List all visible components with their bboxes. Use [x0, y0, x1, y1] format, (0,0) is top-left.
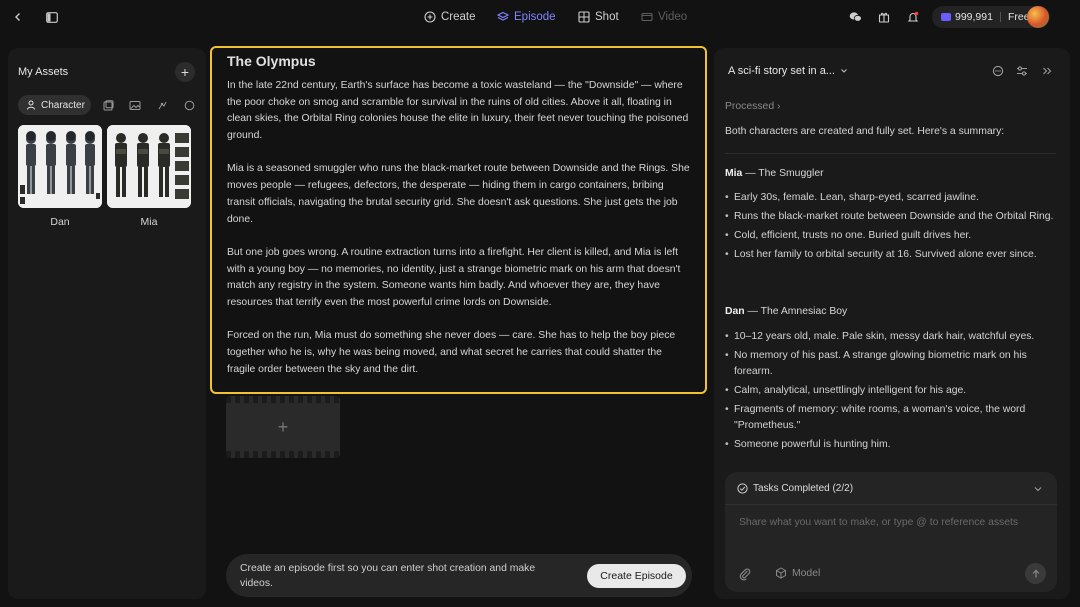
create-episode-button[interactable]: Create Episode [587, 564, 686, 588]
tab-video-label: Video [658, 11, 688, 23]
video-icon [641, 12, 653, 22]
settings-sliders-icon[interactable] [1015, 64, 1029, 78]
list-item: Someone powerful is hunting him. [725, 437, 1056, 453]
story-title: The Olympus [227, 53, 316, 69]
story-paragraph: But one job goes wrong. A routine extrac… [227, 246, 681, 308]
credits-amount: 999,991 [955, 11, 993, 23]
gem-icon [941, 13, 951, 21]
processed-label: Processed [725, 101, 775, 112]
arrow-up-icon [1032, 569, 1039, 577]
tab-shot-label: Shot [595, 11, 619, 23]
list-item: Runs the black-market route between Down… [725, 209, 1056, 225]
list-item: 10–12 years old, male. Pale skin, messy … [725, 329, 1056, 345]
tasks-completed-label: Tasks Completed (2/2) [753, 483, 854, 494]
summary-text: Both characters are created and fully se… [725, 126, 1005, 137]
character-name: Dan [725, 306, 745, 317]
list-item: Lost her family to orbital security at 1… [725, 247, 1056, 263]
chat-title-dropdown[interactable]: A sci-fi story set in a... [728, 65, 848, 77]
story-paragraph: Forced on the run, Mia must do something… [227, 330, 676, 375]
character-heading-dan: Dan — The Amnesiac Boy [725, 306, 847, 317]
divider [725, 153, 1056, 154]
story-paragraph: Mia is a seasoned smuggler who runs the … [227, 163, 690, 225]
send-button[interactable] [1025, 563, 1046, 584]
character-role: — The Amnesiac Boy [744, 306, 848, 317]
category-character-label: Character [41, 99, 85, 111]
model-selector[interactable]: Model [775, 567, 820, 579]
list-item: Early 30s, female. Lean, sharp-eyed, sca… [725, 190, 1056, 206]
mia-character-sheet-image [107, 125, 191, 208]
tasks-label-group: Tasks Completed (2/2) [737, 483, 853, 494]
chat-bubbles-icon[interactable] [847, 9, 863, 25]
back-chevron-icon[interactable] [10, 9, 26, 25]
list-item: Fragments of memory: white rooms, a woma… [725, 402, 1056, 434]
dan-traits-list: 10–12 years old, male. Pale skin, messy … [725, 329, 1056, 456]
person-icon [27, 100, 35, 110]
list-item: Cold, efficient, trusts no one. Buried g… [725, 228, 1056, 244]
chat-title: A sci-fi story set in a... [728, 65, 835, 77]
list-item: Calm, analytical, unsettlingly intellige… [725, 383, 1056, 399]
tab-episode-label: Episode [514, 11, 556, 23]
chevron-right-icon: › [776, 101, 781, 112]
notice-text: Create an episode first so you can enter… [240, 563, 536, 589]
plus-circle-icon [424, 11, 436, 23]
tab-create[interactable]: Create [424, 9, 476, 25]
image-category-icon[interactable] [128, 98, 142, 112]
asset-name-dan: Dan [50, 216, 70, 228]
chat-composer: Tasks Completed (2/2) Model [725, 472, 1057, 592]
character-role: — The Smuggler [742, 168, 824, 179]
story-paragraph: In the late 22nd century, Earth's surfac… [227, 80, 689, 142]
more-category-icon[interactable] [182, 98, 196, 112]
chat-history-icon[interactable] [991, 64, 1005, 78]
processed-toggle[interactable]: Processed › [725, 101, 780, 112]
list-item: No memory of his past. A strange glowing… [725, 348, 1056, 380]
sidebar-toggle-icon[interactable] [44, 9, 60, 25]
asset-name-mia: Mia [140, 216, 158, 228]
chat-input[interactable] [739, 517, 1044, 528]
credits-divider [999, 12, 1001, 22]
avatar[interactable] [1027, 6, 1049, 28]
collapse-panel-icon[interactable] [1040, 64, 1054, 78]
model-label: Model [792, 567, 821, 579]
chevron-down-icon[interactable] [1032, 483, 1044, 495]
prop-category-icon[interactable] [155, 98, 169, 112]
asset-card-mia[interactable] [107, 125, 191, 208]
mia-traits-list: Early 30s, female. Lean, sharp-eyed, sca… [725, 190, 1056, 266]
grid-icon [578, 11, 590, 23]
character-heading-mia: Mia — The Smuggler [725, 168, 824, 179]
episode-notice: Create an episode first so you can enter… [226, 554, 692, 597]
check-circle-icon [737, 483, 748, 494]
assets-title: My Assets [18, 66, 69, 78]
dan-character-sheet-image [18, 125, 102, 208]
plus-icon: + [277, 416, 289, 437]
story-editor[interactable]: The Olympus In the late 22nd century, Ea… [210, 46, 707, 394]
character-name: Mia [725, 168, 743, 179]
chevron-down-icon [841, 69, 847, 73]
tab-episode[interactable]: Episode [497, 9, 556, 25]
assets-panel: My Assets + Character Dan Mia [8, 48, 206, 599]
top-bar: Create Episode Shot Video 999,991 Free [0, 0, 1080, 34]
paperclip-icon[interactable] [738, 567, 752, 581]
category-character[interactable]: Character [18, 95, 91, 115]
tab-create-label: Create [441, 11, 476, 23]
add-episode-slot[interactable]: + [226, 396, 340, 458]
cube-icon [776, 567, 786, 579]
layers-icon [497, 11, 509, 21]
tab-shot[interactable]: Shot [578, 9, 619, 25]
scene-category-icon[interactable] [101, 98, 115, 112]
add-asset-button[interactable]: + [175, 62, 195, 82]
assistant-panel: A sci-fi story set in a... Processed › B… [714, 48, 1070, 599]
gift-icon[interactable] [876, 9, 892, 25]
bell-icon[interactable] [905, 9, 921, 25]
asset-card-dan[interactable] [18, 125, 102, 208]
tasks-completed-row[interactable]: Tasks Completed (2/2) [725, 472, 1057, 505]
tab-video[interactable]: Video [641, 9, 687, 25]
